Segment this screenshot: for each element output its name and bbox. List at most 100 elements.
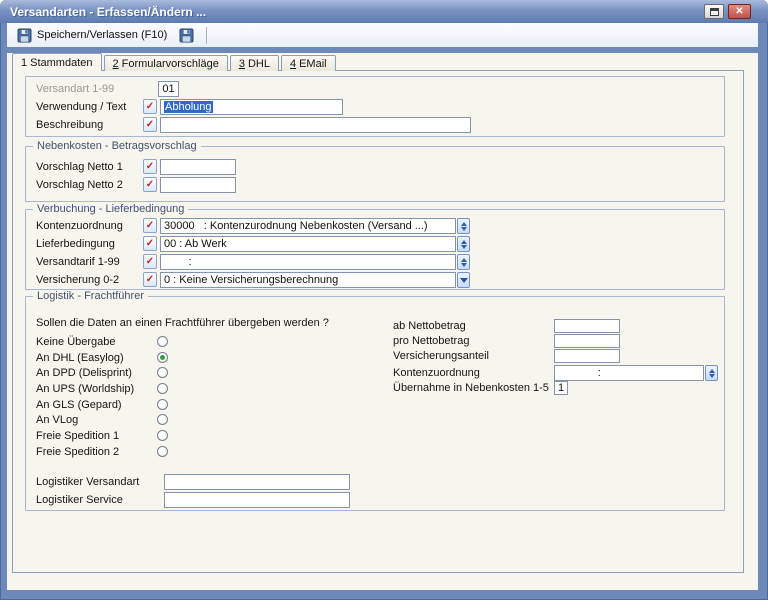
- versandart-value: 01: [162, 83, 174, 95]
- versandart-field: 01: [158, 81, 179, 97]
- radio-label: An DHL (Easylog): [36, 352, 124, 364]
- radio-button[interactable]: [157, 367, 168, 378]
- input-helper-icon[interactable]: ✓: [143, 218, 157, 233]
- maximize-icon: [710, 8, 719, 16]
- close-button[interactable]: ✕: [728, 4, 751, 19]
- logistik-kontenzuordnung-value: :: [558, 367, 601, 379]
- titlebar: Versandarten - Erfassen/Ändern ... ✕: [0, 0, 768, 23]
- versicherungsanteil-label: Versicherungsanteil: [393, 350, 489, 362]
- application-window: Versandarten - Erfassen/Ändern ... ✕ Spe…: [0, 0, 768, 600]
- tab-label: Formularvorschläge: [122, 58, 219, 70]
- lieferbedingung-combo[interactable]: 00 : Ab Werk: [160, 236, 456, 252]
- tab-number: 4: [290, 58, 296, 70]
- tab-label: EMail: [299, 58, 327, 70]
- input-helper-icon[interactable]: ✓: [143, 177, 157, 192]
- input-helper-icon[interactable]: ✓: [143, 236, 157, 251]
- uebernahme-input[interactable]: 1: [554, 381, 568, 395]
- tab-stammdaten[interactable]: 1Stammdaten: [12, 53, 102, 71]
- verwendung-label: Verwendung / Text: [36, 101, 126, 113]
- group-title: Verbuchung - Lieferbedingung: [33, 203, 188, 215]
- window-controls: ✕: [704, 4, 751, 19]
- tab-number: 3: [239, 58, 245, 70]
- client-area: 1Stammdaten 2Formularvorschläge 3DHL 4EM…: [7, 53, 758, 590]
- logistiker-versandart-label: Logistiker Versandart: [36, 476, 139, 488]
- group-verbuchung: Verbuchung - Lieferbedingung Kontenzuord…: [25, 209, 725, 290]
- radio-button[interactable]: [157, 399, 168, 410]
- save-exit-label: Speichern/Verlassen (F10): [37, 29, 167, 41]
- group-nebenkosten: Nebenkosten - Betragsvorschlag Vorschlag…: [25, 146, 725, 202]
- floppy-disk-icon: [179, 28, 194, 43]
- verwendung-selected-text: Abholung: [164, 101, 213, 113]
- desktop-background: [0, 600, 768, 611]
- versandart-label: Versandart 1-99: [36, 83, 114, 95]
- radio-button[interactable]: [157, 352, 168, 363]
- verwendung-input[interactable]: Abholung: [160, 99, 343, 115]
- group-logistik: Logistik - Frachtführer Sollen die Daten…: [25, 296, 725, 511]
- uebernahme-value: 1: [558, 382, 564, 394]
- tab-label: DHL: [248, 58, 270, 70]
- logistiker-versandart-input[interactable]: [164, 474, 350, 490]
- pro-nettobetrag-label: pro Nettobetrag: [393, 335, 469, 347]
- tab-bar: 1Stammdaten 2Formularvorschläge 3DHL 4EM…: [12, 53, 338, 71]
- input-helper-icon[interactable]: ✓: [143, 117, 157, 132]
- toolbar: Speichern/Verlassen (F10): [7, 23, 758, 47]
- close-icon: ✕: [735, 7, 743, 17]
- logistiker-service-input[interactable]: [164, 492, 350, 508]
- window-title: Versandarten - Erfassen/Ändern ...: [10, 5, 206, 19]
- pro-nettobetrag-input[interactable]: [554, 334, 620, 348]
- vorschlag-netto-2-label: Vorschlag Netto 2: [36, 179, 123, 191]
- radio-label: Freie Spedition 1: [36, 430, 119, 442]
- group-stammdaten: Versandart 1-99 01 Verwendung / Text ✓ A…: [25, 76, 725, 137]
- kontenzuordnung-combo[interactable]: 30000 : Kontenzurodnung Nebenkosten (Ver…: [160, 218, 456, 234]
- radio-label: An DPD (Delisprint): [36, 367, 132, 379]
- frachtfuehrer-question: Sollen die Daten an einen Frachtführer ü…: [36, 317, 329, 329]
- versandtarif-combo[interactable]: :: [160, 254, 456, 270]
- radio-button[interactable]: [157, 336, 168, 347]
- beschreibung-input[interactable]: [160, 117, 471, 133]
- versicherungsanteil-input[interactable]: [554, 349, 620, 363]
- radio-label: Freie Spedition 2: [36, 446, 119, 458]
- tab-dhl[interactable]: 3DHL: [230, 55, 279, 71]
- radio-button[interactable]: [157, 383, 168, 394]
- tab-formularvorschlaege[interactable]: 2Formularvorschläge: [104, 55, 228, 71]
- versicherung-label: Versicherung 0-2: [36, 274, 119, 286]
- save-icon-button[interactable]: [173, 25, 200, 45]
- spinner-button[interactable]: [457, 236, 470, 252]
- versicherung-value: 0 : Keine Versicherungsberechnung: [164, 274, 338, 286]
- ab-nettobetrag-input[interactable]: [554, 319, 620, 333]
- lieferbedingung-value: 00 : Ab Werk: [164, 238, 227, 250]
- vorschlag-netto-1-input[interactable]: [160, 159, 236, 175]
- tab-panel-stammdaten: Versandart 1-99 01 Verwendung / Text ✓ A…: [12, 70, 744, 573]
- spinner-button[interactable]: [705, 365, 718, 381]
- radio-label: Keine Übergabe: [36, 336, 116, 348]
- uebernahme-label: Übernahme in Nebenkosten 1-5: [393, 382, 549, 394]
- tab-email[interactable]: 4EMail: [281, 55, 336, 71]
- tab-label: Stammdaten: [30, 57, 92, 69]
- radio-button[interactable]: [157, 446, 168, 457]
- vorschlag-netto-1-label: Vorschlag Netto 1: [36, 161, 123, 173]
- ab-nettobetrag-label: ab Nettobetrag: [393, 320, 466, 332]
- save-exit-button[interactable]: Speichern/Verlassen (F10): [11, 25, 173, 45]
- beschreibung-label: Beschreibung: [36, 119, 103, 131]
- toolbar-separator: [206, 27, 207, 44]
- logistiker-service-label: Logistiker Service: [36, 494, 123, 506]
- spinner-button[interactable]: [457, 218, 470, 234]
- versicherung-dropdown[interactable]: 0 : Keine Versicherungsberechnung: [160, 272, 456, 288]
- input-helper-icon[interactable]: ✓: [143, 99, 157, 114]
- input-helper-icon[interactable]: ✓: [143, 254, 157, 269]
- radio-button[interactable]: [157, 430, 168, 441]
- floppy-disk-icon: [17, 28, 32, 43]
- vorschlag-netto-2-input[interactable]: [160, 177, 236, 193]
- lieferbedingung-label: Lieferbedingung: [36, 238, 115, 250]
- dropdown-arrow-button[interactable]: [457, 272, 470, 288]
- logistik-kontenzuordnung-label: Kontenzuordnung: [393, 367, 480, 379]
- input-helper-icon[interactable]: ✓: [143, 272, 157, 287]
- radio-label: An VLog: [36, 414, 78, 426]
- screen: { "window": { "title": "Versandarten - E…: [0, 0, 768, 611]
- radio-button[interactable]: [157, 414, 168, 425]
- input-helper-icon[interactable]: ✓: [143, 159, 157, 174]
- maximize-button[interactable]: [704, 4, 724, 19]
- versandtarif-value: :: [164, 256, 192, 268]
- spinner-button[interactable]: [457, 254, 470, 270]
- logistik-kontenzuordnung-combo[interactable]: :: [554, 365, 704, 381]
